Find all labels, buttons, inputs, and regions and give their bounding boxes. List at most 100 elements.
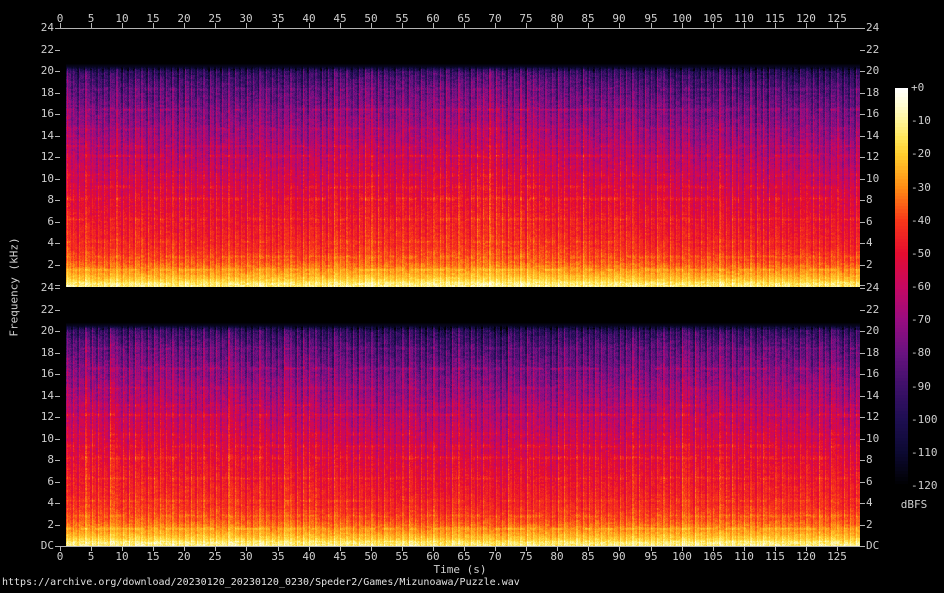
time-tick-label: 40 xyxy=(302,12,316,25)
colorbar-tick-label: -80 xyxy=(911,346,931,359)
freq-tick-label: 2 xyxy=(866,518,873,531)
freq-tick xyxy=(860,222,865,223)
freq-tick xyxy=(55,288,60,289)
freq-tick xyxy=(55,525,60,526)
freq-tick xyxy=(860,331,865,332)
spectrogram-figure: Frequency (kHz) 0 5 10 15 20 25 30 35 40 45 50 55 60… xyxy=(0,0,944,593)
time-tick-label: 105 xyxy=(703,550,723,563)
colorbar-tick-label: -20 xyxy=(911,147,931,160)
freq-tick-label: 24 xyxy=(40,21,54,34)
time-tick-label: 35 xyxy=(271,550,285,563)
time-tick-label: 85 xyxy=(581,12,595,25)
freq-tick-label: 18 xyxy=(40,346,54,359)
freq-tick xyxy=(860,71,865,72)
freq-tick xyxy=(860,374,865,375)
time-tick-label: 115 xyxy=(765,550,785,563)
freq-tick xyxy=(860,114,865,115)
time-tick-label: 60 xyxy=(426,12,440,25)
colorbar-tick-label: -120 xyxy=(911,479,938,492)
time-tick-label: 115 xyxy=(765,12,785,25)
time-tick-label: 5 xyxy=(87,550,95,563)
freq-tick-label: 18 xyxy=(40,86,54,99)
freq-tick-label: 16 xyxy=(40,367,54,380)
time-tick-label: 110 xyxy=(734,550,754,563)
freq-tick xyxy=(55,396,60,397)
time-tick-label: 125 xyxy=(827,12,847,25)
freq-tick xyxy=(860,417,865,418)
freq-tick xyxy=(860,288,865,289)
freq-tick-label: 16 xyxy=(40,107,54,120)
time-tick-label: 70 xyxy=(488,12,502,25)
freq-tick xyxy=(860,93,865,94)
time-tick-label: 120 xyxy=(796,12,816,25)
freq-tick-label: 2 xyxy=(47,258,54,271)
time-tick-label: 25 xyxy=(208,12,222,25)
freq-tick xyxy=(55,482,60,483)
freq-tick-label: 4 xyxy=(47,236,54,249)
freq-tick xyxy=(55,93,60,94)
freq-tick xyxy=(860,200,865,201)
time-tick-label: 125 xyxy=(827,550,847,563)
time-tick-label: 75 xyxy=(519,550,533,563)
source-url: https://archive.org/download/20230120_20… xyxy=(2,577,520,588)
freq-tick-label: 24 xyxy=(866,21,880,34)
freq-tick-label: 10 xyxy=(40,172,54,185)
spectrogram-channel-1 xyxy=(60,29,860,287)
freq-tick-label: 12 xyxy=(40,410,54,423)
bottom-axis-line xyxy=(60,546,860,547)
time-tick-label: 10 xyxy=(115,550,129,563)
freq-tick xyxy=(55,179,60,180)
time-tick-label: 30 xyxy=(239,550,253,563)
freq-tick xyxy=(55,439,60,440)
freq-tick xyxy=(55,546,60,547)
freq-tick xyxy=(55,222,60,223)
time-tick-label: 30 xyxy=(239,12,253,25)
freq-tick xyxy=(860,50,865,51)
spectrogram-channel-2 xyxy=(60,288,860,546)
freq-tick-label: 14 xyxy=(40,129,54,142)
freq-tick-label: 6 xyxy=(47,215,54,228)
time-tick-label: 90 xyxy=(612,550,626,563)
freq-tick xyxy=(860,136,865,137)
freq-tick xyxy=(55,331,60,332)
time-tick-label: 90 xyxy=(612,12,626,25)
colorbar-tick-label: -40 xyxy=(911,214,931,227)
freq-tick-label: 2 xyxy=(47,518,54,531)
freq-tick-label: 4 xyxy=(47,496,54,509)
freq-tick xyxy=(860,310,865,311)
time-tick-label: 40 xyxy=(302,550,316,563)
freq-tick xyxy=(55,285,60,286)
freq-tick-label: 6 xyxy=(47,475,54,488)
freq-tick xyxy=(860,285,865,286)
freq-tick-label: 20 xyxy=(866,64,880,77)
freq-tick-label: 20 xyxy=(40,64,54,77)
time-tick-label: 35 xyxy=(271,12,285,25)
freq-tick xyxy=(55,503,60,504)
colorbar-tick-label: -100 xyxy=(911,413,938,426)
time-tick-label: 80 xyxy=(550,12,564,25)
freq-tick xyxy=(860,353,865,354)
colorbar-tick-label: -60 xyxy=(911,280,931,293)
colorbar-title: dBFS xyxy=(900,498,928,511)
freq-tick xyxy=(860,525,865,526)
freq-tick xyxy=(860,28,865,29)
time-tick-label: 50 xyxy=(364,12,378,25)
time-tick-label: 75 xyxy=(519,12,533,25)
freq-tick xyxy=(55,50,60,51)
freq-tick xyxy=(860,396,865,397)
time-tick-label: 15 xyxy=(146,550,160,563)
freq-tick xyxy=(55,114,60,115)
freq-tick-label: 20 xyxy=(40,324,54,337)
freq-tick-label: 12 xyxy=(40,150,54,163)
freq-tick xyxy=(55,243,60,244)
freq-tick-label: 22 xyxy=(866,43,880,56)
freq-tick xyxy=(860,265,865,266)
time-tick-label: 100 xyxy=(672,550,692,563)
freq-tick xyxy=(860,503,865,504)
time-tick-label: 20 xyxy=(177,12,191,25)
freq-tick xyxy=(55,200,60,201)
freq-tick xyxy=(860,243,865,244)
time-tick-label: 20 xyxy=(177,550,191,563)
time-tick-label: 120 xyxy=(796,550,816,563)
freq-tick xyxy=(55,460,60,461)
